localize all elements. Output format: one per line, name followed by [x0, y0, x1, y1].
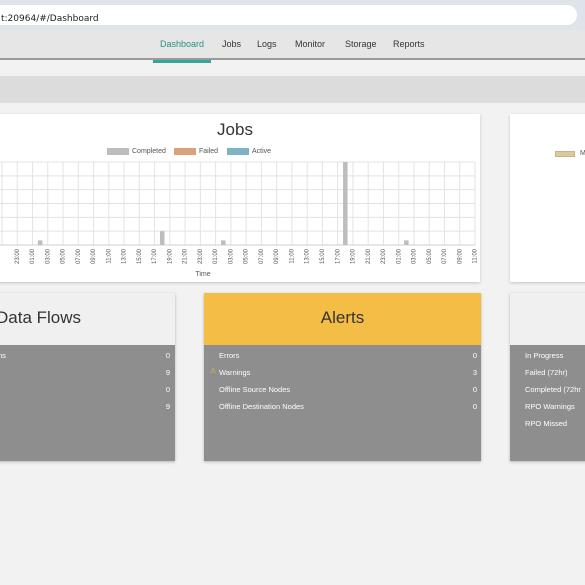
alerts-warnings-value[interactable]: 3: [457, 368, 477, 377]
nav-storage[interactable]: Storage: [345, 39, 377, 49]
chart-tick-label: 05:00: [244, 248, 250, 264]
alerts-warnings-label[interactable]: Warnings: [219, 368, 250, 377]
data-flows-body: ns 0 9 0 9: [0, 345, 175, 461]
data-flows-title: Data Flows: [0, 308, 82, 327]
address-bar[interactable]: t:20964/#/Dashboard: [0, 5, 577, 25]
alerts-body: Errors 0 ⚠ Warnings 3 Offline Source Nod…: [204, 345, 481, 461]
rpo-header: [510, 293, 585, 345]
chart-tick-label: 13:00: [122, 248, 128, 264]
chart-tick-label: 09:00: [274, 248, 280, 264]
chart-tick-label: 11:00: [473, 248, 479, 263]
address-text[interactable]: t:20964/#/Dashboard: [1, 14, 99, 24]
chart-tick-label: 05:00: [427, 248, 433, 264]
data-flows-header: Data Flows: [0, 293, 175, 345]
data-flows-row-value[interactable]: 0: [150, 385, 170, 394]
nav-reports[interactable]: Reports: [393, 39, 425, 49]
nav-monitor[interactable]: Monitor: [295, 39, 325, 49]
chart-tick-label: 17:00: [335, 248, 341, 264]
chart-tick-label: 17:00: [152, 248, 158, 264]
chart-tick-label: 01:00: [396, 248, 402, 264]
chart-tick-label: 03:00: [45, 248, 51, 264]
chart-bar-completed: [37, 240, 43, 245]
right-chart-card: [510, 114, 585, 282]
chart-tick-label: 23:00: [198, 248, 204, 264]
data-flows-row-value[interactable]: 9: [150, 368, 170, 377]
chart-tick-label: 09:00: [457, 248, 463, 264]
chart-tick-label: 03:00: [412, 248, 418, 264]
right-legend-label: M: [580, 150, 585, 157]
sub-header-bar: [0, 76, 585, 103]
nav-dashboard[interactable]: Dashboard: [160, 39, 204, 49]
data-flows-row-label: ns: [0, 351, 6, 360]
chart-tick-label: 07:00: [442, 248, 448, 264]
chart-bar-completed: [404, 240, 409, 245]
nav-jobs[interactable]: Jobs: [222, 39, 241, 49]
chart-tick-label: 15:00: [137, 248, 143, 264]
alerts-panel: Alerts Errors 0 ⚠ Warnings 3 Offline Sou…: [204, 293, 481, 461]
rpo-completed-label[interactable]: Completed (72hr: [525, 385, 581, 394]
alerts-errors-label[interactable]: Errors: [219, 351, 239, 360]
rpo-in-progress-label[interactable]: In Progress: [525, 351, 563, 360]
chart-tick-label: 11:00: [289, 248, 295, 263]
main-nav: Dashboard Jobs Logs Monitor Storage Repo…: [0, 30, 585, 63]
rpo-missed-label[interactable]: RPO Missed: [525, 419, 567, 428]
chart-tick-label: 07:00: [259, 248, 265, 264]
chart-tick-label: 19:00: [167, 248, 173, 264]
chart-tick-label: 03:00: [228, 248, 234, 264]
jobs-card: Jobs Completed Failed Active 23:00 01:00 0…: [0, 114, 480, 282]
alerts-title: Alerts: [320, 308, 365, 327]
alerts-offline-source-value[interactable]: 0: [457, 385, 477, 394]
rpo-warnings-label[interactable]: RPO Warnings: [525, 402, 575, 411]
right-legend-swatch: [555, 151, 575, 157]
chart-tick-label: 01:00: [30, 248, 36, 264]
alerts-offline-source-label[interactable]: Offline Source Nodes: [219, 385, 290, 394]
rpo-body: In Progress Failed (72hr) Completed (72h…: [510, 345, 585, 461]
chart-tick-label: 05:00: [61, 248, 67, 264]
rpo-panel: In Progress Failed (72hr) Completed (72h…: [510, 293, 585, 461]
chart-tick-label: 07:00: [76, 248, 82, 264]
nav-logs[interactable]: Logs: [257, 39, 277, 49]
chart-x-axis-label: Time: [195, 271, 210, 278]
chart-tick-label: 23:00: [15, 248, 21, 264]
alerts-header: Alerts: [204, 293, 481, 345]
alerts-offline-destination-label[interactable]: Offline Destination Nodes: [219, 402, 304, 411]
warning-icon: ⚠: [210, 368, 217, 375]
chart-tick-label: 09:00: [91, 248, 97, 264]
alerts-offline-destination-value[interactable]: 0: [457, 402, 477, 411]
chart-tick-label: 19:00: [351, 248, 357, 264]
alerts-errors-value[interactable]: 0: [457, 351, 477, 360]
chart-tick-label: 11:00: [106, 248, 112, 263]
chart-tick-label: 13:00: [305, 248, 311, 264]
nav-active-indicator: [153, 60, 211, 63]
data-flows-row-value[interactable]: 9: [150, 402, 170, 411]
chart-tick-label: 21:00: [366, 248, 372, 264]
chart-bar-completed: [343, 162, 348, 245]
data-flows-panel: Data Flows ns 0 9 0 9: [0, 293, 175, 461]
rpo-failed-label[interactable]: Failed (72hr): [525, 368, 568, 377]
chart-tick-label: 23:00: [381, 248, 387, 264]
chart-tick-label: 01:00: [213, 248, 219, 264]
chart-bar-completed: [220, 240, 226, 245]
data-flows-row-value[interactable]: 0: [150, 351, 170, 360]
chart-tick-label: 21:00: [183, 248, 189, 264]
chart-tick-label: 15:00: [320, 248, 326, 264]
jobs-chart: 23:00 01:00 03:00 05:00 07:00 09:00 11:00 13:00…: [0, 161, 479, 278]
browser-toolbar: t:20964/#/Dashboard: [0, 0, 585, 30]
chart-bar-completed: [159, 231, 165, 245]
